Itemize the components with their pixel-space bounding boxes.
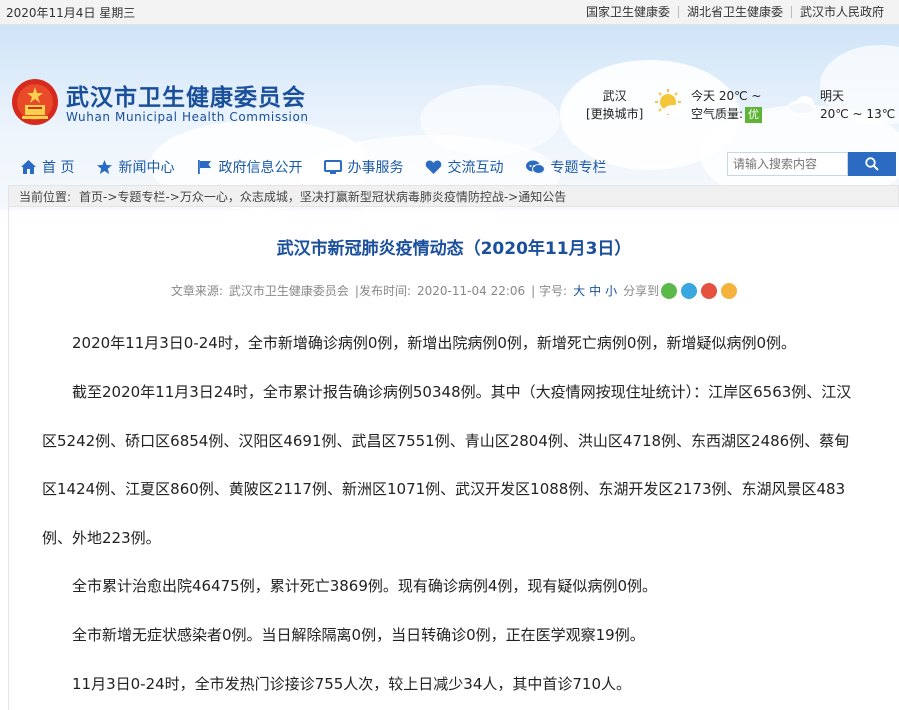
nav-label: 新闻中心: [118, 160, 175, 176]
article-paragraph: 2020年11月3日0-24时，全市新增确诊病例0例，新增出院病例0例，新增死亡…: [72, 334, 797, 352]
font-size-label: | 字号:: [531, 284, 568, 298]
article-title: 武汉市新冠肺炎疫情动态（2020年11月3日）: [276, 239, 632, 259]
home-icon: [21, 160, 36, 174]
cloud-decoration: [420, 85, 560, 155]
nav-label: 政府信息公开: [218, 160, 303, 176]
nav-label: 首 页: [42, 160, 75, 176]
nav-item-services[interactable]: 办事服务: [324, 157, 403, 177]
chat-icon: [526, 160, 546, 174]
search-button[interactable]: [848, 152, 896, 176]
article-meta: 文章来源: 武汉市卫生健康委员会 |发布时间: 2020-11-04 22:06…: [9, 282, 899, 299]
breadcrumb-path[interactable]: 首页->专题专栏->万众一心，众志成城，坚决打赢新型冠状病毒肺炎疫情防控战->通…: [79, 188, 566, 205]
sunny-weather-icon: [655, 89, 682, 115]
publish-time-label: |发布时间:: [354, 284, 412, 298]
link-national-health-commission[interactable]: 国家卫生健康委: [578, 6, 678, 18]
tomorrow-label: 明天: [820, 89, 845, 103]
weather-tomorrow: 明天 20℃ ~ 13℃: [820, 87, 895, 123]
current-date: 2020年11月4日 星期三: [6, 5, 136, 20]
source-label: 文章来源:: [170, 284, 223, 298]
nav-label: 办事服务: [347, 160, 404, 176]
font-size-medium-button[interactable]: 中: [589, 282, 601, 299]
nav-item-interaction[interactable]: 交流互动: [425, 157, 503, 177]
search-icon: [865, 157, 879, 171]
wechat-share-icon[interactable]: [661, 282, 678, 299]
main-nav: 首 页 新闻中心 政府信息公开 办事服务 交流互动 专题专栏: [0, 152, 628, 182]
city-name: 武汉: [602, 89, 627, 103]
article-paragraph: 全市新增无症状感染者0例。当日解除隔离0例，当日转确诊0例，正在医学观察19例。: [72, 626, 645, 644]
cloudy-weather-icon: [788, 96, 814, 113]
change-city-link[interactable]: [更换城市]: [586, 105, 643, 123]
air-quality-badge: 优: [745, 107, 763, 123]
share-label: 分享到: [623, 284, 660, 298]
publish-time: 2020-11-04 22:06: [417, 283, 526, 298]
air-quality: 空气质量: 优: [691, 105, 763, 123]
font-size-small-button[interactable]: 小: [605, 282, 617, 299]
breadcrumb: 当前位置: 首页->专题专栏->万众一心，众志成城，坚决打赢新型冠状病毒肺炎疫情…: [8, 185, 899, 207]
article-container: 武汉市新冠肺炎疫情动态（2020年11月3日） 文章来源: 武汉市卫生健康委员会…: [8, 207, 899, 710]
star-icon: [97, 160, 113, 174]
search-input[interactable]: [727, 152, 848, 176]
breadcrumb-prefix: 当前位置:: [19, 189, 72, 204]
article-body: 2020年11月3日0-24时，全市新增确诊病例0例，新增出院病例0例，新增死亡…: [42, 319, 857, 709]
link-wuhan-government[interactable]: 武汉市人民政府: [790, 6, 892, 18]
tomorrow-temperature: 20℃ ~ 13℃: [820, 107, 896, 121]
qq-share-icon[interactable]: [681, 282, 698, 299]
top-links: 国家卫生健康委 湖北省卫生健康委 武汉市人民政府: [578, 6, 892, 18]
weather-city: 武汉 [更换城市]: [586, 87, 643, 123]
nav-item-gov-info[interactable]: 政府信息公开: [196, 157, 302, 177]
nav-label: 专题专栏: [550, 160, 607, 176]
article-paragraph: 11月3日0-24时，全市发热门诊接诊755人次，较上日减少34人，其中首诊71…: [72, 675, 632, 693]
nav-item-special-topics[interactable]: 专题专栏: [525, 157, 606, 177]
link-hubei-health-commission[interactable]: 湖北省卫生健康委: [677, 6, 791, 18]
flag-icon: [198, 160, 212, 174]
font-size-large-button[interactable]: 大: [573, 282, 585, 299]
weather-today: 今天 20℃ ~ 空气质量: 优: [691, 87, 763, 123]
monitor-icon: [324, 160, 343, 174]
heart-icon: [426, 160, 442, 174]
article-paragraph: 截至2020年11月3日24时，全市累计报告确诊病例50348例。其中（大疫情网…: [42, 383, 852, 547]
top-bar: 2020年11月4日 星期三 国家卫生健康委 湖北省卫生健康委 武汉市人民政府: [0, 0, 899, 25]
article-source: 武汉市卫生健康委员会: [228, 284, 349, 298]
air-quality-label: 空气质量:: [691, 107, 744, 121]
site-title: 武汉市卫生健康委员会: [66, 85, 306, 111]
site-title-english: Wuhan Municipal Health Commission: [66, 110, 309, 124]
nav-item-news[interactable]: 新闻中心: [96, 157, 174, 177]
nav-item-home[interactable]: 首 页: [20, 157, 74, 177]
site-header: 武汉市卫生健康委员会 Wuhan Municipal Health Commis…: [0, 25, 899, 210]
article-paragraph: 全市累计治愈出院46475例，累计死亡3869例。现有确诊病例4例，现有疑似病例…: [72, 577, 657, 595]
national-emblem-icon: [12, 79, 58, 125]
today-temperature: 今天 20℃ ~: [691, 89, 762, 103]
qzone-share-icon[interactable]: [721, 282, 738, 299]
weibo-share-icon[interactable]: [701, 282, 718, 299]
nav-label: 交流互动: [447, 160, 504, 176]
